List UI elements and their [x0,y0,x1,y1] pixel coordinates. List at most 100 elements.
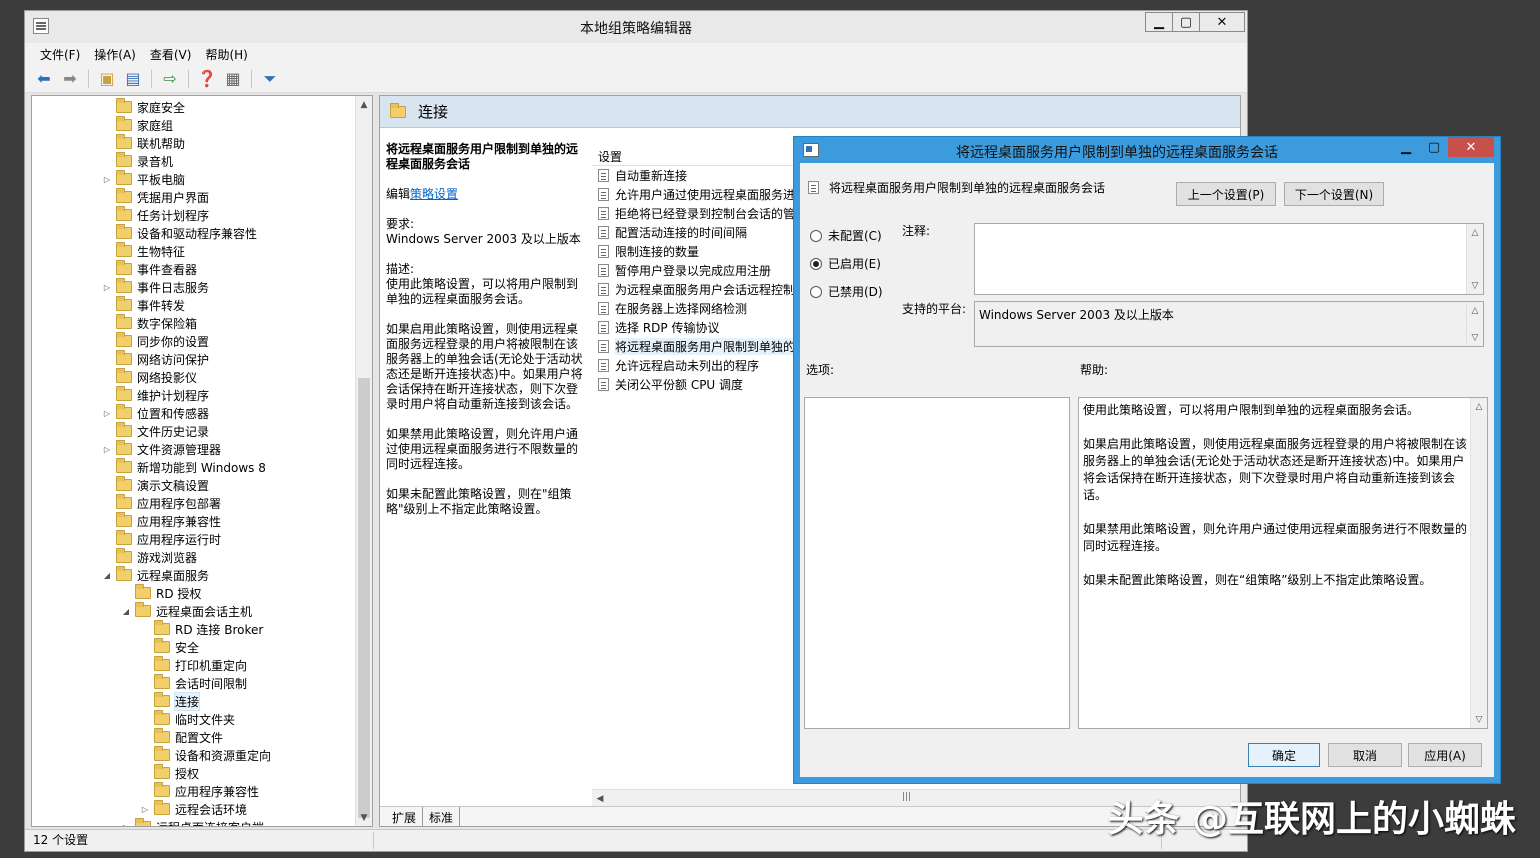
tree-item[interactable]: 家庭组 [102,116,173,134]
tree-item[interactable]: 任务计划程序 [102,206,209,224]
tree-item[interactable]: 新增功能到 Windows 8 [102,458,266,476]
tree-item[interactable]: 同步你的设置 [102,332,209,350]
expand-arrow-icon[interactable]: ◢ [102,571,112,580]
help-scrollbar[interactable]: △ ▽ [1470,398,1487,728]
tree-item[interactable]: 生物特征 [102,242,185,260]
scroll-up-icon[interactable]: △ [1467,302,1483,319]
tree-scroll-thumb[interactable] [358,378,370,818]
tree-item[interactable]: 应用程序兼容性 [102,512,221,530]
ok-button[interactable]: 确定 [1248,743,1320,767]
forward-arrow-icon[interactable]: ➡ [59,68,81,90]
radio-circle[interactable] [810,229,822,242]
expand-arrow-icon[interactable]: ▷ [102,409,112,418]
tree-item[interactable]: RD 授权 [121,584,201,602]
dialog-close-button[interactable]: ✕ [1448,137,1494,157]
expand-arrow-icon[interactable]: ◢ [121,607,131,616]
edit-policy-link[interactable]: 策略设置 [410,187,458,201]
tree-item[interactable]: 授权 [140,764,199,782]
dialog-minimize-button[interactable]: ▁ [1392,137,1420,157]
show-hide-tree-icon[interactable]: ▤ [122,68,144,90]
tree-item[interactable]: ◢ 远程桌面会话主机 [121,602,252,620]
cancel-button[interactable]: 取消 [1328,743,1402,767]
tab-standard[interactable]: 标准 [423,807,461,826]
tree-item[interactable]: 事件查看器 [102,260,197,278]
tree-item[interactable]: RD 连接 Broker [140,620,263,638]
scroll-up-icon[interactable]: ▲ [356,96,372,113]
tree-item[interactable]: ▷ 平板电脑 [102,170,185,188]
tree-item[interactable]: 临时文件夹 [140,710,235,728]
dialog-titlebar[interactable]: 将远程桌面服务用户限制到单独的远程桌面服务会话 ▁ ▢ ✕ [794,137,1500,163]
tree-item[interactable]: ▷ 事件日志服务 [102,278,209,296]
help-icon[interactable]: ❓ [196,68,218,90]
tree-item[interactable]: 事件转发 [102,296,185,314]
radio-circle[interactable] [810,285,822,298]
maximize-button[interactable]: ▢ [1172,12,1200,32]
scroll-down-icon[interactable]: ▽ [1471,711,1487,728]
scroll-down-icon[interactable]: ▼ [356,809,372,826]
tree-item[interactable]: ◢ 远程桌面服务 [102,566,209,584]
scroll-down-icon[interactable]: ▽ [1467,329,1483,346]
apply-button[interactable]: 应用(A) [1408,743,1482,767]
minimize-button[interactable]: ▁ [1145,12,1173,32]
tree-item[interactable]: 文件历史记录 [102,422,209,440]
tree-item[interactable]: 家庭安全 [102,98,185,116]
tree-item[interactable]: 配置文件 [140,728,223,746]
tree-item[interactable]: 网络投影仪 [102,368,197,386]
radio-disabled[interactable]: 已禁用(D) [810,283,883,300]
tree-item[interactable]: 应用程序包部署 [102,494,221,512]
tree-item[interactable]: ▷ 文件资源管理器 [102,440,221,458]
up-folder-icon[interactable]: ▣ [96,68,118,90]
dialog-maximize-button[interactable]: ▢ [1420,137,1448,157]
expand-arrow-icon[interactable]: ▷ [140,805,150,814]
properties-icon[interactable]: ▦ [222,68,244,90]
back-arrow-icon[interactable]: ⬅ [33,68,55,90]
tree-item[interactable]: 录音机 [102,152,173,170]
main-titlebar[interactable]: 本地组策略编辑器 ▁ ▢ ✕ [25,11,1247,43]
menu-view[interactable]: 查看(V) [143,43,199,65]
tree-item[interactable]: 应用程序运行时 [102,530,221,548]
expand-arrow-icon[interactable]: ▷ [121,823,131,827]
comment-scrollbar[interactable]: △ ▽ [1466,224,1483,294]
tree-item[interactable]: ▷ 位置和传感器 [102,404,209,422]
menu-action[interactable]: 操作(A) [87,43,143,65]
tree-item[interactable]: 连接 [140,691,201,711]
scroll-up-icon[interactable]: △ [1471,398,1487,415]
radio-enabled[interactable]: 已启用(E) [810,255,881,272]
tree-item[interactable]: 游戏浏览器 [102,548,197,566]
edit-line: 编辑策略设置 [386,187,459,201]
platform-scrollbar[interactable]: △ ▽ [1466,302,1483,346]
prev-setting-button[interactable]: 上一个设置(P) [1176,182,1276,206]
tree-item[interactable]: 应用程序兼容性 [140,782,259,800]
scroll-up-icon[interactable]: △ [1467,224,1483,241]
tab-extended[interactable]: 扩展 [386,807,424,826]
menu-file[interactable]: 文件(F) [33,43,87,65]
filter-icon[interactable]: ⏷ [259,68,281,90]
setting-label: 允许用户通过使用远程桌面服务进 [615,188,796,202]
scroll-down-icon[interactable]: ▽ [1467,277,1483,294]
tree-scrollbar[interactable]: ▲ ▼ [355,96,372,826]
tree-item[interactable]: ▷ 远程桌面连接客户端 [121,818,264,827]
tree-item[interactable]: 网络访问保护 [102,350,209,368]
expand-arrow-icon[interactable]: ▷ [102,283,112,292]
tree-item[interactable]: 演示文稿设置 [102,476,209,494]
comment-textarea[interactable]: △ ▽ [974,223,1484,295]
radio-not-configured[interactable]: 未配置(C) [810,227,882,244]
export-list-icon[interactable]: ⇨ [159,68,181,90]
close-button[interactable]: ✕ [1199,12,1245,32]
tree-item[interactable]: ▷ 远程会话环境 [140,800,247,818]
radio-circle-checked[interactable] [810,257,822,270]
expand-arrow-icon[interactable]: ▷ [102,445,112,454]
tree-item[interactable]: 会话时间限制 [140,674,247,692]
next-setting-button[interactable]: 下一个设置(N) [1284,182,1384,206]
tree-item[interactable]: 维护计划程序 [102,386,209,404]
expand-arrow-icon[interactable]: ▷ [102,175,112,184]
scroll-left-icon[interactable]: ◀ [592,790,608,807]
tree-item[interactable]: 凭据用户界面 [102,188,209,206]
tree-item[interactable]: 数字保险箱 [102,314,197,332]
tree-item[interactable]: 安全 [140,638,199,656]
tree-item[interactable]: 联机帮助 [102,134,185,152]
tree-item[interactable]: 打印机重定向 [140,656,247,674]
tree-item[interactable]: 设备和驱动程序兼容性 [102,224,257,242]
menu-help[interactable]: 帮助(H) [198,43,254,65]
tree-item[interactable]: 设备和资源重定向 [140,746,271,764]
